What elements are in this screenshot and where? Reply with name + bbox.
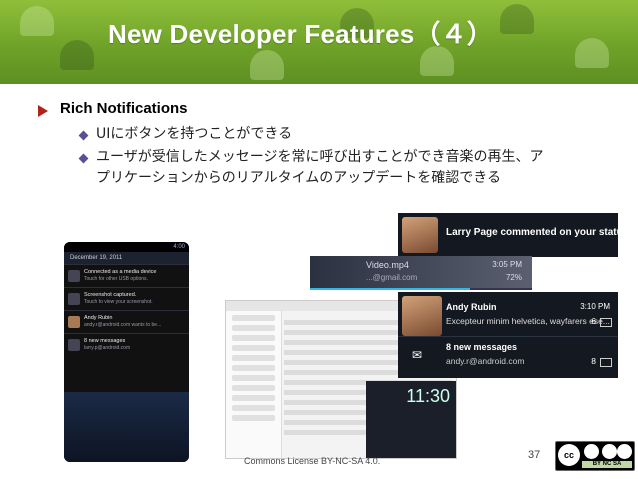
phone-status-bar: 4:00 [64, 242, 189, 252]
bullet-text: UIにボタンを持つことができる [96, 126, 293, 142]
sender-name: Andy Rubin [446, 302, 497, 312]
page-number: 37 [528, 449, 541, 461]
video-progress-bar [310, 288, 532, 290]
phone-notification[interactable]: Connected as a media device Touch for oth… [64, 264, 189, 287]
tablet-clock: 11:30 [366, 381, 456, 458]
bullet-text-continuation: プリケーションからのリアルタイムのアップデートを確認できる [96, 170, 502, 186]
phone-notification-title: Screenshot captured. [84, 292, 137, 298]
usb-icon [68, 270, 80, 282]
mail-icon: ✉ [412, 348, 423, 362]
avatar [402, 217, 438, 253]
mail-count: 8 [591, 356, 596, 366]
message-preview: Excepteur minim helvetica, wayfarers ese… [446, 316, 610, 326]
phone-date: December 19, 2011 [64, 252, 189, 264]
slide-title: New Developer Features（４） [108, 19, 494, 49]
android-logo-icon [250, 50, 284, 80]
phone-notification[interactable]: 8 new messages larry.p@android.com [64, 333, 189, 356]
bullet-arrow-icon [38, 105, 48, 117]
notification-larry[interactable]: Larry Page commented on your status [398, 213, 628, 257]
bullet-text: ユーザが受信したメッセージを常に呼び出すことができ音楽の再生、ア [96, 149, 544, 165]
phone-screenshot: 4:00 December 19, 2011 Connected as a me… [64, 242, 189, 462]
notification-expanded[interactable]: Andy Rubin 3:10 PM Excepteur minim helve… [398, 292, 618, 378]
cc-license-badge[interactable]: cc BY NC SA [555, 441, 635, 471]
phone-notification-title: Connected as a media device [84, 269, 157, 275]
envelope-icon [600, 318, 612, 327]
slide-header: New Developer Features（４） [0, 0, 638, 84]
section-heading: Rich Notifications [60, 100, 188, 117]
by-icon [584, 444, 599, 459]
phone-wallpaper [64, 392, 189, 462]
notification-video[interactable]: Video.mp4 ...@gmail.com 3:05 PM 72% [310, 256, 532, 290]
android-logo-icon [60, 40, 94, 70]
sa-icon [617, 444, 632, 459]
license-label: BY NC SA [582, 461, 632, 468]
license-footer: Commons License BY-NC-SA 4.0. [244, 456, 381, 466]
phone-notification-title: 8 new messages [84, 338, 126, 344]
cc-logo-icon: cc [558, 444, 580, 466]
phone-notification-sub: andy.r@android.com wants to be... [84, 322, 162, 328]
video-title: Video.mp4 [366, 260, 409, 270]
video-time: 3:05 PM [492, 260, 522, 269]
video-percent: 72% [505, 273, 522, 282]
image-icon [68, 293, 80, 305]
bullet-diamond-icon [78, 130, 89, 141]
phone-notification-title: Andy Rubin [84, 315, 113, 321]
phone-clock: 4:00 [173, 244, 185, 250]
android-logo-icon [20, 6, 54, 36]
notification-text: Larry Page commented on your status [446, 227, 629, 238]
notification-time: 3:10 PM [580, 302, 610, 311]
phone-notification-sub: larry.p@android.com [84, 345, 131, 351]
avatar [68, 316, 80, 328]
message-count: 6 [591, 316, 596, 326]
nc-icon [602, 444, 617, 459]
phone-notification-sub: Touch to view your screenshot. [84, 299, 153, 305]
mail-icon [68, 339, 80, 351]
avatar [402, 296, 442, 336]
phone-notification[interactable]: Andy Rubin andy.r@android.com wants to be… [64, 310, 189, 333]
mail-from: andy.r@android.com [446, 356, 525, 366]
android-logo-icon [500, 4, 534, 34]
bullet-diamond-icon [78, 153, 89, 164]
phone-notification[interactable]: Screenshot captured. Touch to view your s… [64, 287, 189, 310]
envelope-icon [600, 358, 612, 367]
phone-notification-sub: Touch for other USB options. [84, 276, 148, 282]
mail-title: 8 new messages [446, 342, 518, 352]
android-logo-icon [575, 38, 609, 68]
video-sub: ...@gmail.com [366, 273, 418, 282]
tablet-sidebar [226, 311, 282, 458]
